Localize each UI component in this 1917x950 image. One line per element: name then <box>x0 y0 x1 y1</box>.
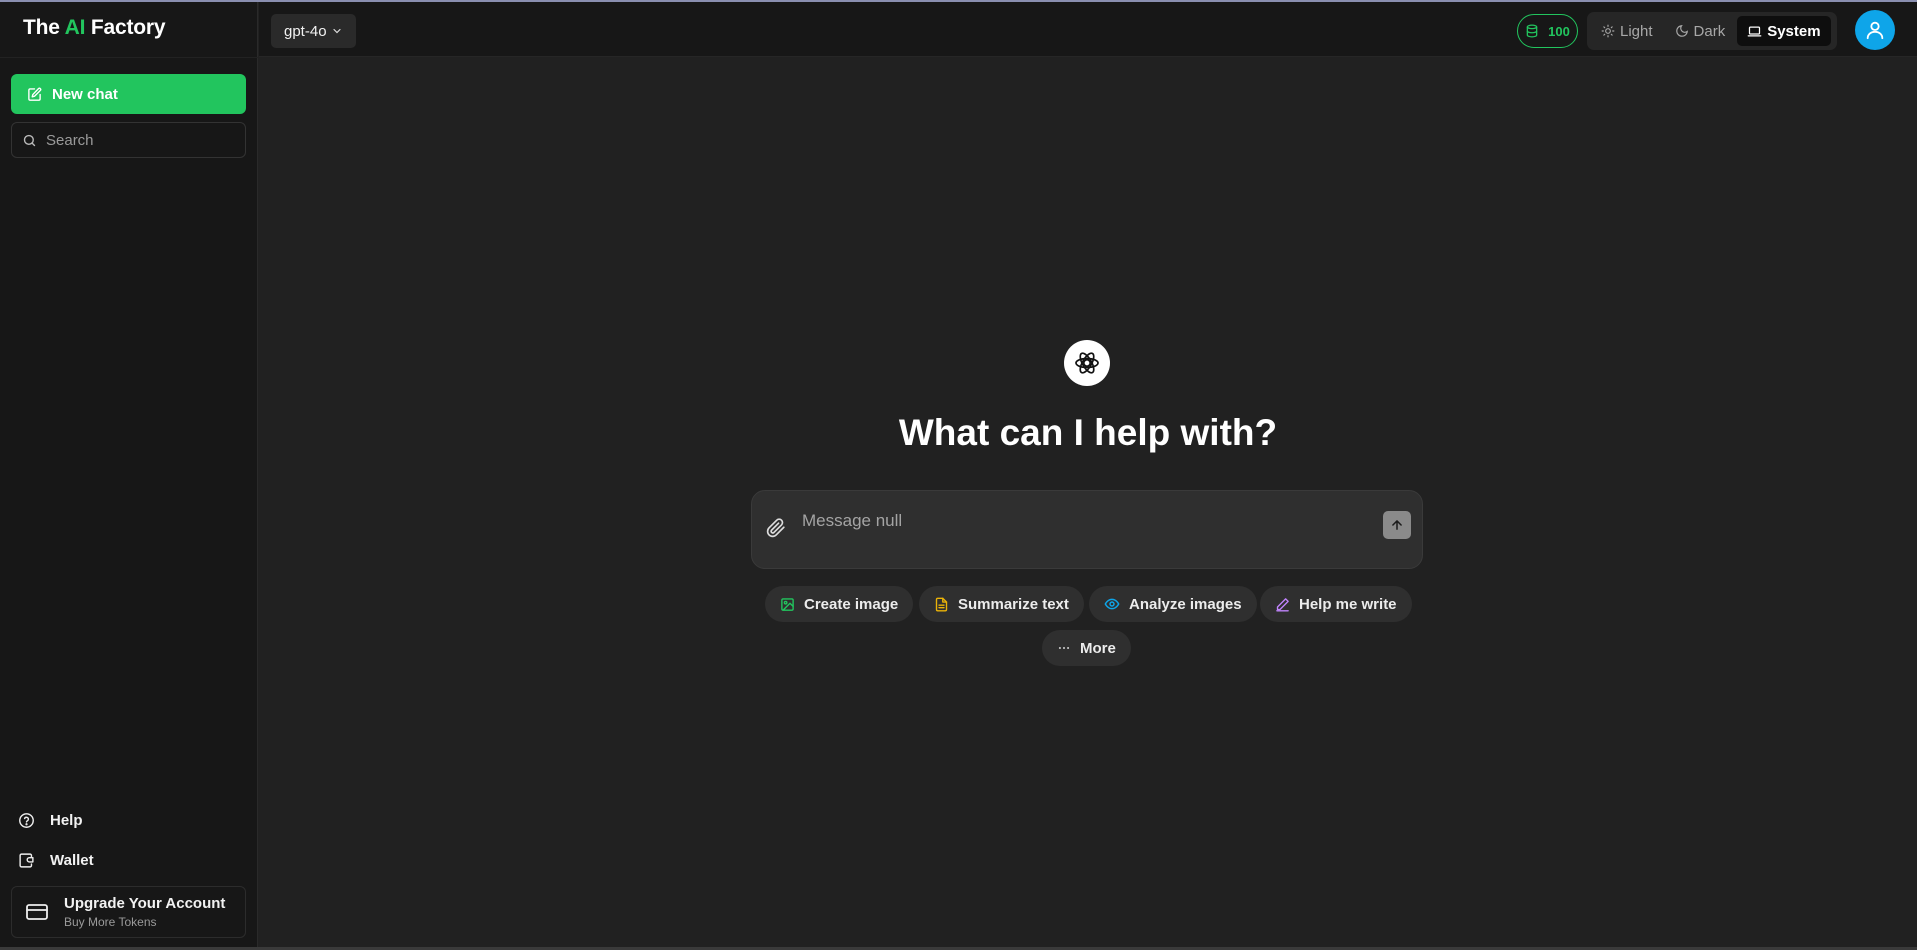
model-label: gpt-4o <box>284 22 327 40</box>
theme-dark-label: Dark <box>1693 22 1726 40</box>
sidebar-divider <box>0 57 258 58</box>
new-chat-button[interactable]: New chat <box>11 74 246 114</box>
help-link[interactable]: Help <box>18 812 83 829</box>
suggestion-more[interactable]: More <box>1042 630 1131 666</box>
message-input[interactable] <box>802 511 1362 551</box>
welcome-headline: What can I help with? <box>898 412 1278 453</box>
openai-knot-icon <box>1075 352 1099 374</box>
theme-dark-button[interactable]: Dark <box>1665 16 1736 46</box>
send-button[interactable] <box>1383 511 1411 539</box>
help-icon <box>19 813 34 828</box>
window-top-border <box>0 0 1917 2</box>
message-composer <box>751 490 1423 569</box>
suggestion-create-image[interactable]: Create image <box>765 586 914 622</box>
suggestion-summarize-text[interactable]: Summarize text <box>919 586 1084 622</box>
app-window: The AI Factory New chat Help <box>0 0 1917 950</box>
suggestion-label: More <box>1080 639 1116 657</box>
suggestion-analyze-images[interactable]: Analyze images <box>1089 586 1257 622</box>
brand-logo[interactable]: The AI Factory <box>23 16 166 40</box>
theme-light-button[interactable]: Light <box>1591 16 1663 46</box>
upgrade-title: Upgrade Your Account <box>64 895 226 912</box>
suggestion-label: Help me write <box>1299 595 1397 613</box>
brand-prefix: The <box>23 16 60 39</box>
search-icon <box>23 134 36 146</box>
search-input[interactable] <box>46 131 236 149</box>
model-selector[interactable]: gpt-4o <box>271 14 356 48</box>
search-box[interactable] <box>11 122 246 158</box>
laptop-icon <box>1747 26 1762 36</box>
sun-icon <box>1601 24 1615 38</box>
chevron-down-icon <box>332 28 341 34</box>
brand-suffix: Factory <box>90 16 166 39</box>
upgrade-account-button[interactable]: Upgrade Your Account Buy More Tokens <box>11 886 246 938</box>
openai-logo-icon <box>1064 340 1110 386</box>
token-balance-badge[interactable]: 100 <box>1517 14 1578 48</box>
user-avatar-button[interactable] <box>1855 10 1895 50</box>
credit-card-icon <box>26 904 48 920</box>
new-chat-label: New chat <box>52 85 118 103</box>
top-bar: gpt-4o 100 Light Dark System <box>259 2 1917 57</box>
help-label: Help <box>50 812 83 829</box>
wallet-icon <box>19 853 34 868</box>
suggestion-label: Analyze images <box>1129 595 1242 613</box>
theme-switcher: Light Dark System <box>1587 12 1837 50</box>
image-icon <box>781 597 794 611</box>
more-icon <box>1058 646 1070 650</box>
document-icon <box>935 597 948 611</box>
token-count: 100 <box>1548 23 1570 39</box>
upgrade-text: Upgrade Your Account Buy More Tokens <box>64 895 225 929</box>
wallet-label: Wallet <box>50 852 94 869</box>
user-icon <box>1866 21 1884 40</box>
theme-light-label: Light <box>1620 22 1653 40</box>
brand-highlight: AI <box>64 16 86 39</box>
suggestion-help-me-write[interactable]: Help me write <box>1260 586 1412 622</box>
edit-icon <box>28 87 42 101</box>
wallet-link[interactable]: Wallet <box>18 852 94 869</box>
eye-icon <box>1104 598 1120 610</box>
moon-icon <box>1675 25 1688 37</box>
sidebar: The AI Factory New chat Help <box>0 2 258 947</box>
theme-system-label: System <box>1767 22 1821 40</box>
upgrade-subtitle: Buy More Tokens <box>64 915 157 929</box>
theme-system-button[interactable]: System <box>1737 16 1831 46</box>
arrow-up-icon <box>1392 520 1402 530</box>
suggestion-label: Create image <box>804 595 899 613</box>
database-icon <box>1526 24 1538 38</box>
suggestion-label: Summarize text <box>958 595 1069 613</box>
paperclip-icon[interactable] <box>766 518 786 538</box>
pen-icon <box>1276 597 1289 611</box>
